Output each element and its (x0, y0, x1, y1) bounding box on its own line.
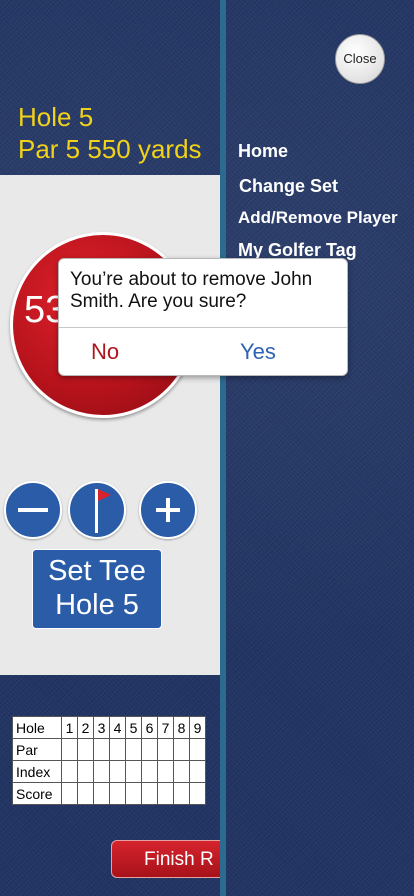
alert-message: You’re about to remove John Smith. Are y… (70, 269, 313, 312)
row-label: Hole (12, 716, 62, 739)
par-cell (93, 738, 110, 761)
plus-icon (156, 498, 180, 522)
row-label: Score (12, 782, 62, 805)
set-tee-button[interactable]: Set Tee Hole 5 (32, 549, 162, 629)
score-cell[interactable] (109, 782, 126, 805)
score-cell[interactable] (125, 782, 142, 805)
par-cell (77, 738, 94, 761)
row-label: Index (12, 760, 62, 783)
score-cell[interactable] (157, 782, 174, 805)
increase-button[interactable] (139, 481, 197, 539)
menu-item-add-remove-player[interactable]: Add/Remove Player (238, 208, 398, 228)
set-tee-label: Set Tee (48, 555, 146, 587)
hole-number: 6 (141, 716, 158, 739)
par-yardage: Par 5 550 yards (18, 134, 202, 164)
set-tee-hole: Hole 5 (55, 589, 139, 621)
hole-number: 8 (173, 716, 190, 739)
score-cell[interactable] (77, 782, 94, 805)
score-cell[interactable] (189, 782, 206, 805)
close-button[interactable]: Close (335, 34, 385, 84)
finish-round-button[interactable]: Finish R (111, 840, 220, 878)
par-cell (173, 738, 190, 761)
par-cell (141, 738, 158, 761)
main-screen: Hole 5 Par 5 550 yards 53 Set Tee Hole 5… (0, 0, 220, 896)
row-label: Par (12, 738, 62, 761)
index-cell (125, 760, 142, 783)
pin-button[interactable] (68, 481, 126, 539)
index-cell (141, 760, 158, 783)
index-cell (77, 760, 94, 783)
par-cell (61, 738, 78, 761)
score-cell[interactable] (61, 782, 78, 805)
index-cell (157, 760, 174, 783)
hole-title: Hole 5 (18, 102, 94, 132)
confirm-remove-dialog: You’re about to remove John Smith. Are y… (58, 258, 348, 376)
pin-flag-icon (95, 489, 111, 533)
scorecard-row-par: Par (12, 738, 206, 761)
par-cell (125, 738, 142, 761)
score-cell[interactable] (173, 782, 190, 805)
hole-number: 1 (61, 716, 78, 739)
par-cell (189, 738, 206, 761)
side-menu: Close Home Change Set Add/Remove Player … (220, 0, 414, 896)
hole-number: 2 (77, 716, 94, 739)
hole-number: 5 (125, 716, 142, 739)
hole-number: 4 (109, 716, 126, 739)
yes-button[interactable]: Yes (240, 339, 276, 365)
index-cell (189, 760, 206, 783)
index-cell (173, 760, 190, 783)
hole-number: 7 (157, 716, 174, 739)
no-button[interactable]: No (91, 339, 119, 365)
menu-item-home[interactable]: Home (238, 141, 288, 162)
par-cell (109, 738, 126, 761)
hole-number: 9 (189, 716, 206, 739)
menu-edge-divider (220, 0, 226, 896)
par-cell (157, 738, 174, 761)
score-cell[interactable] (141, 782, 158, 805)
index-cell (109, 760, 126, 783)
minus-icon (18, 508, 48, 512)
index-cell (61, 760, 78, 783)
menu-item-change-set[interactable]: Change Set (239, 176, 338, 197)
scorecard-row-index: Index (12, 760, 206, 783)
decrease-button[interactable] (4, 481, 62, 539)
scorecard-row-score: Score (12, 782, 206, 805)
alert-divider (59, 327, 347, 328)
score-cell[interactable] (93, 782, 110, 805)
scorecard-table: Hole 1 2 3 4 5 6 7 8 9 Par Index Score (12, 716, 206, 805)
scorecard-row-hole: Hole 1 2 3 4 5 6 7 8 9 (12, 716, 206, 739)
hole-number: 3 (93, 716, 110, 739)
index-cell (93, 760, 110, 783)
